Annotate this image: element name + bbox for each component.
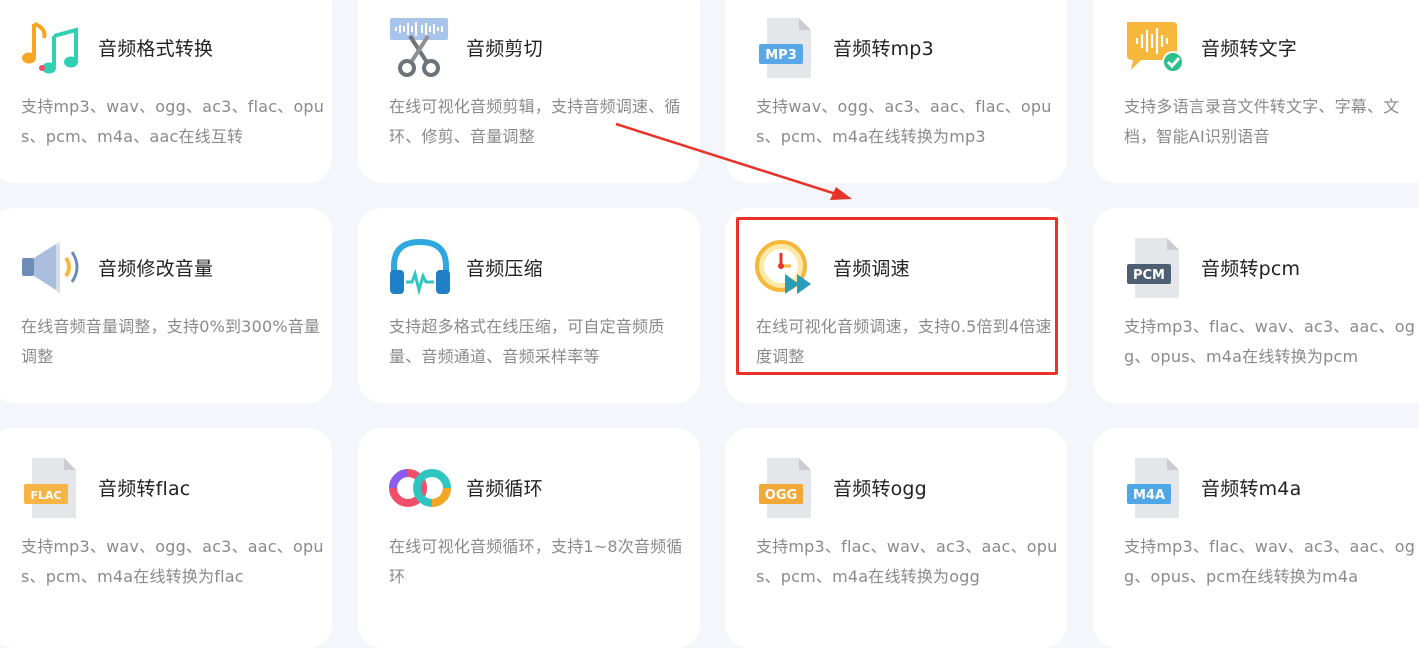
m4a-file-icon: M4A	[1123, 456, 1187, 520]
tool-title: 音频调速	[833, 258, 910, 280]
tool-description: 支持mp3、flac、wav、ac3、aac、ogg、opus、pcm在线转换为…	[1124, 537, 1416, 586]
tool-title: 音频转flac	[98, 478, 191, 500]
tool-title: 音频压缩	[466, 258, 543, 280]
tool-card-loop[interactable]: 音频循环 在线可视化音频循环，支持1~8次音频循环	[358, 428, 700, 648]
tool-title: 音频转文字	[1201, 38, 1298, 60]
tool-description: 在线可视化音频调速，支持0.5倍到4倍速度调整	[756, 317, 1052, 366]
tool-card-compress[interactable]: 音频压缩 支持超多格式在线压缩，可自定音频质量、音频通道、音频采样率等	[358, 208, 700, 403]
tool-card-speed[interactable]: 音频调速 在线可视化音频调速，支持0.5倍到4倍速度调整	[725, 208, 1067, 403]
tool-description: 支持mp3、wav、ogg、ac3、flac、opus、pcm、m4a、aac在…	[21, 97, 325, 146]
tool-description: 在线可视化音频剪辑，支持音频调速、循环、修剪、音量调整	[389, 97, 681, 146]
loop-infinity-icon	[388, 456, 452, 520]
tool-title: 音频格式转换	[98, 38, 214, 60]
tool-title: 音频转mp3	[833, 38, 934, 60]
tool-description: 支持多语言录音文件转文字、字幕、文档，智能AI识别语音	[1124, 97, 1400, 146]
tool-card-to-m4a[interactable]: M4A 音频转m4a 支持mp3、flac、wav、ac3、aac、ogg、op…	[1093, 428, 1419, 648]
file-badge: M4A	[1133, 488, 1165, 503]
speaker-volume-icon	[20, 236, 84, 300]
tool-title: 音频循环	[466, 478, 543, 500]
tool-title: 音频剪切	[466, 38, 543, 60]
file-badge: OGG	[765, 488, 797, 503]
tool-description: 在线音频音量调整，支持0%到300%音量调整	[21, 317, 321, 366]
tool-description: 在线可视化音频循环，支持1~8次音频循环	[389, 537, 683, 586]
file-badge: FLAC	[30, 489, 61, 502]
tool-card-speech-to-text[interactable]: 音频转文字 支持多语言录音文件转文字、字幕、文档，智能AI识别语音	[1093, 0, 1419, 183]
mp3-file-icon: MP3	[755, 16, 819, 80]
tool-description: 支持mp3、flac、wav、ac3、aac、opus、pcm、m4a在线转换为…	[756, 537, 1058, 586]
file-badge: PCM	[1133, 268, 1165, 283]
tool-description: 支持超多格式在线压缩，可自定音频质量、音频通道、音频采样率等	[389, 317, 665, 366]
tool-title: 音频转m4a	[1201, 478, 1302, 500]
speech-bubble-check-icon	[1123, 16, 1187, 80]
clock-fast-forward-icon	[755, 236, 819, 300]
tool-card-to-pcm[interactable]: PCM 音频转pcm 支持mp3、flac、wav、ac3、aac、ogg、op…	[1093, 208, 1419, 403]
file-badge: MP3	[765, 48, 797, 63]
pcm-file-icon: PCM	[1123, 236, 1187, 300]
tool-description: 支持wav、ogg、ac3、aac、flac、opus、pcm、m4a在线转换为…	[756, 97, 1052, 146]
tool-card-to-flac[interactable]: FLAC 音频转flac 支持mp3、wav、ogg、ac3、aac、opus、…	[0, 428, 332, 648]
tool-title: 音频修改音量	[98, 258, 214, 280]
tool-card-format-convert[interactable]: 音频格式转换 支持mp3、wav、ogg、ac3、flac、opus、pcm、m…	[0, 0, 332, 183]
scissors-waveform-icon	[388, 16, 452, 80]
tool-description: 支持mp3、wav、ogg、ac3、aac、opus、pcm、m4a在线转换为f…	[21, 537, 324, 586]
tool-description: 支持mp3、flac、wav、ac3、aac、ogg、opus、m4a在线转换为…	[1124, 317, 1416, 366]
tool-card-volume[interactable]: 音频修改音量 在线音频音量调整，支持0%到300%音量调整	[0, 208, 332, 403]
flac-file-icon: FLAC	[20, 456, 84, 520]
tool-card-audio-cut[interactable]: 音频剪切 在线可视化音频剪辑，支持音频调速、循环、修剪、音量调整	[358, 0, 700, 183]
music-notes-icon	[20, 16, 84, 80]
tool-title: 音频转ogg	[833, 478, 927, 500]
ogg-file-icon: OGG	[755, 456, 819, 520]
headphones-icon	[388, 236, 452, 300]
tool-title: 音频转pcm	[1201, 258, 1301, 280]
tool-card-to-ogg[interactable]: OGG 音频转ogg 支持mp3、flac、wav、ac3、aac、opus、p…	[725, 428, 1067, 648]
tool-card-to-mp3[interactable]: MP3 音频转mp3 支持wav、ogg、ac3、aac、flac、opus、p…	[725, 0, 1067, 183]
